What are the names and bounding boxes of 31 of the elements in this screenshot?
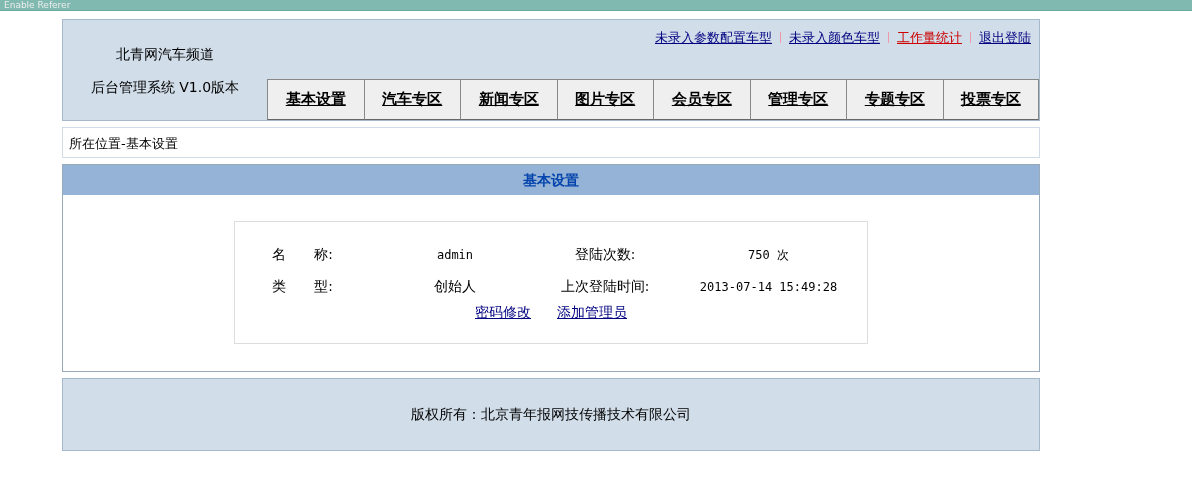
field-value: 2013-07-14 15:49:28 — [699, 279, 838, 294]
action-link[interactable]: 添加管理员 — [557, 304, 627, 320]
toolbar-label: Enable Referer — [4, 0, 72, 10]
nav-tab[interactable]: 新闻专区 — [460, 79, 557, 120]
separator-line — [970, 32, 971, 43]
top-link[interactable]: 未录入颜色车型 — [789, 30, 880, 45]
separator-line — [780, 32, 781, 43]
field-value: 创始人 — [434, 277, 476, 294]
nav-tab[interactable]: 会员专区 — [653, 79, 750, 120]
nav-tab[interactable]: 投票专区 — [942, 79, 1039, 120]
breadcrumb-text: 所在位置-基本设置 — [62, 127, 1040, 158]
site-name: 北青网汽车频道 — [115, 45, 215, 64]
top-link[interactable]: 退出登陆 — [979, 30, 1031, 45]
nav-tab[interactable]: 基本设置 — [267, 79, 364, 120]
panel-title: 基本设置 — [63, 165, 1039, 195]
nav-tab[interactable]: 汽车专区 — [363, 79, 460, 120]
field-label: 登陆次数: — [574, 245, 636, 262]
top-link[interactable]: 工作量统计 — [897, 30, 962, 45]
separator-line — [888, 32, 889, 43]
nav-tab[interactable]: 图片专区 — [556, 79, 653, 120]
field-value: admin — [436, 247, 474, 262]
nav-tab[interactable]: 专题专区 — [846, 79, 943, 120]
action-link[interactable]: 密码修改 — [475, 304, 531, 320]
nav-tab[interactable]: 管理专区 — [749, 79, 846, 120]
system-name: 后台管理系统 V1.0版本 — [89, 78, 241, 97]
field-label: 类 型: — [272, 277, 333, 294]
field-value: 750 次 — [748, 247, 789, 262]
top-link[interactable]: 未录入参数配置车型 — [655, 30, 772, 45]
field-label: 上次登陆时间: — [560, 277, 650, 294]
copyright-footer: 版权所有：北京青年报网技传播技术有限公司 — [62, 378, 1040, 451]
field-label: 名 称: — [272, 245, 333, 262]
